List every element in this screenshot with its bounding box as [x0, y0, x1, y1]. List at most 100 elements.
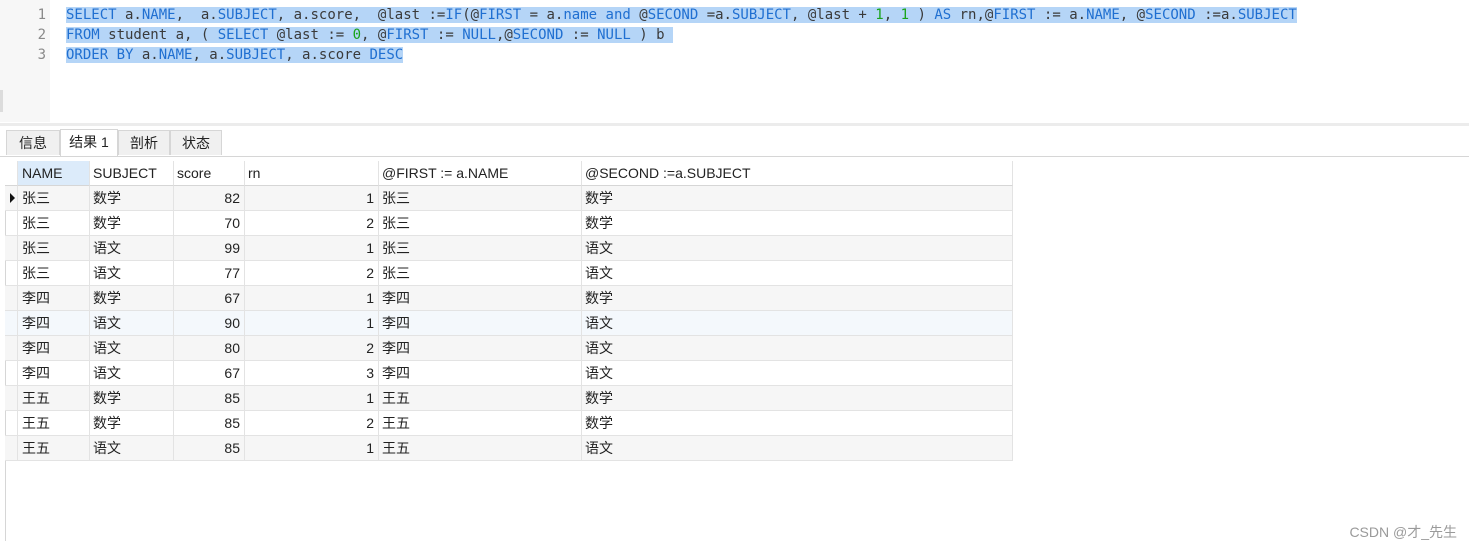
cell-first[interactable]: 王五	[379, 386, 582, 411]
column-header-score[interactable]: score	[174, 161, 245, 186]
sql-editor[interactable]: 1 2 3 SELECT a.NAME, a.SUBJECT, a.score,…	[0, 0, 1469, 126]
table-row[interactable]: 王五 数学 85 1 王五 数学	[5, 386, 1013, 411]
table-row[interactable]: 张三 语文 77 2 张三 语文	[5, 261, 1013, 286]
tab-status[interactable]: 状态	[170, 130, 222, 155]
cell-name[interactable]: 王五	[18, 436, 90, 461]
table-row[interactable]: 李四 数学 67 1 李四 数学	[5, 286, 1013, 311]
table-row[interactable]: 张三 数学 70 2 张三 数学	[5, 211, 1013, 236]
column-header-name[interactable]: NAME	[18, 161, 90, 186]
row-indicator[interactable]	[5, 386, 18, 411]
cell-subject[interactable]: 语文	[90, 261, 174, 286]
cell-score[interactable]: 80	[174, 336, 245, 361]
table-row[interactable]: 李四 语文 90 1 李四 语文	[5, 311, 1013, 336]
cell-first[interactable]: 张三	[379, 261, 582, 286]
row-indicator[interactable]	[5, 211, 18, 236]
cell-rn[interactable]: 2	[245, 261, 379, 286]
cell-first[interactable]: 李四	[379, 286, 582, 311]
row-indicator[interactable]	[5, 261, 18, 286]
cell-rn[interactable]: 1	[245, 286, 379, 311]
cell-rn[interactable]: 1	[245, 386, 379, 411]
cell-score[interactable]: 85	[174, 386, 245, 411]
column-header-first[interactable]: @FIRST := a.NAME	[379, 161, 582, 186]
table-row[interactable]: 李四 语文 67 3 李四 语文	[5, 361, 1013, 386]
column-header-second[interactable]: @SECOND :=a.SUBJECT	[582, 161, 1013, 186]
tab-profile[interactable]: 剖析	[118, 130, 170, 155]
cell-rn[interactable]: 3	[245, 361, 379, 386]
code-line-1[interactable]: SELECT a.NAME, a.SUBJECT, a.score, @last…	[66, 5, 1297, 25]
cell-first[interactable]: 李四	[379, 361, 582, 386]
cell-first[interactable]: 王五	[379, 411, 582, 436]
table-row[interactable]: 张三 语文 99 1 张三 语文	[5, 236, 1013, 261]
cell-subject[interactable]: 数学	[90, 186, 174, 211]
cell-subject[interactable]: 语文	[90, 336, 174, 361]
cell-subject[interactable]: 数学	[90, 386, 174, 411]
cell-second[interactable]: 数学	[582, 411, 1013, 436]
row-indicator[interactable]	[5, 361, 18, 386]
cell-score[interactable]: 67	[174, 361, 245, 386]
cell-rn[interactable]: 1	[245, 236, 379, 261]
row-indicator[interactable]	[5, 436, 18, 461]
row-indicator[interactable]	[5, 336, 18, 361]
cell-name[interactable]: 张三	[18, 236, 90, 261]
cell-first[interactable]: 李四	[379, 336, 582, 361]
cell-name[interactable]: 王五	[18, 411, 90, 436]
code-line-3[interactable]: ORDER BY a.NAME, a.SUBJECT, a.score DESC	[66, 45, 404, 65]
cell-score[interactable]: 99	[174, 236, 245, 261]
cell-score[interactable]: 70	[174, 211, 245, 236]
cell-score[interactable]: 82	[174, 186, 245, 211]
cell-score[interactable]: 77	[174, 261, 245, 286]
row-indicator[interactable]	[5, 286, 18, 311]
cell-second[interactable]: 语文	[582, 236, 1013, 261]
cell-score[interactable]: 90	[174, 311, 245, 336]
cell-name[interactable]: 张三	[18, 186, 90, 211]
cell-name[interactable]: 李四	[18, 286, 90, 311]
cell-second[interactable]: 语文	[582, 361, 1013, 386]
cell-first[interactable]: 王五	[379, 436, 582, 461]
tab-info[interactable]: 信息	[6, 130, 60, 155]
cell-subject[interactable]: 语文	[90, 236, 174, 261]
cell-subject[interactable]: 语文	[90, 361, 174, 386]
cell-name[interactable]: 李四	[18, 361, 90, 386]
cell-name[interactable]: 张三	[18, 261, 90, 286]
table-row[interactable]: 李四 语文 80 2 李四 语文	[5, 336, 1013, 361]
column-header-subject[interactable]: SUBJECT	[90, 161, 174, 186]
cell-second[interactable]: 数学	[582, 386, 1013, 411]
cell-second[interactable]: 数学	[582, 286, 1013, 311]
table-row[interactable]: 王五 数学 85 2 王五 数学	[5, 411, 1013, 436]
cell-rn[interactable]: 1	[245, 311, 379, 336]
column-header-rn[interactable]: rn	[245, 161, 379, 186]
cell-first[interactable]: 张三	[379, 186, 582, 211]
row-indicator[interactable]	[5, 411, 18, 436]
row-indicator[interactable]	[5, 236, 18, 261]
table-row[interactable]: 王五 语文 85 1 王五 语文	[5, 436, 1013, 461]
cell-subject[interactable]: 数学	[90, 411, 174, 436]
table-row[interactable]: 张三 数学 82 1 张三 数学	[5, 186, 1013, 211]
cell-rn[interactable]: 1	[245, 186, 379, 211]
cell-second[interactable]: 语文	[582, 436, 1013, 461]
cell-second[interactable]: 语文	[582, 261, 1013, 286]
cell-second[interactable]: 数学	[582, 211, 1013, 236]
cell-subject[interactable]: 语文	[90, 311, 174, 336]
row-indicator[interactable]	[5, 311, 18, 336]
cell-subject[interactable]: 语文	[90, 436, 174, 461]
cell-first[interactable]: 张三	[379, 211, 582, 236]
cell-subject[interactable]: 数学	[90, 211, 174, 236]
cell-rn[interactable]: 2	[245, 411, 379, 436]
code-line-2[interactable]: FROM student a, ( SELECT @last := 0, @FI…	[66, 25, 673, 45]
cell-score[interactable]: 85	[174, 411, 245, 436]
cell-second[interactable]: 语文	[582, 336, 1013, 361]
cell-score[interactable]: 85	[174, 436, 245, 461]
cell-rn[interactable]: 2	[245, 336, 379, 361]
cell-second[interactable]: 语文	[582, 311, 1013, 336]
cell-first[interactable]: 张三	[379, 236, 582, 261]
cell-name[interactable]: 李四	[18, 336, 90, 361]
cell-name[interactable]: 张三	[18, 211, 90, 236]
row-indicator[interactable]	[5, 186, 18, 211]
cell-name[interactable]: 李四	[18, 311, 90, 336]
cell-rn[interactable]: 1	[245, 436, 379, 461]
cell-subject[interactable]: 数学	[90, 286, 174, 311]
cell-second[interactable]: 数学	[582, 186, 1013, 211]
cell-score[interactable]: 67	[174, 286, 245, 311]
cell-first[interactable]: 李四	[379, 311, 582, 336]
tab-result-1[interactable]: 结果 1	[60, 129, 118, 156]
